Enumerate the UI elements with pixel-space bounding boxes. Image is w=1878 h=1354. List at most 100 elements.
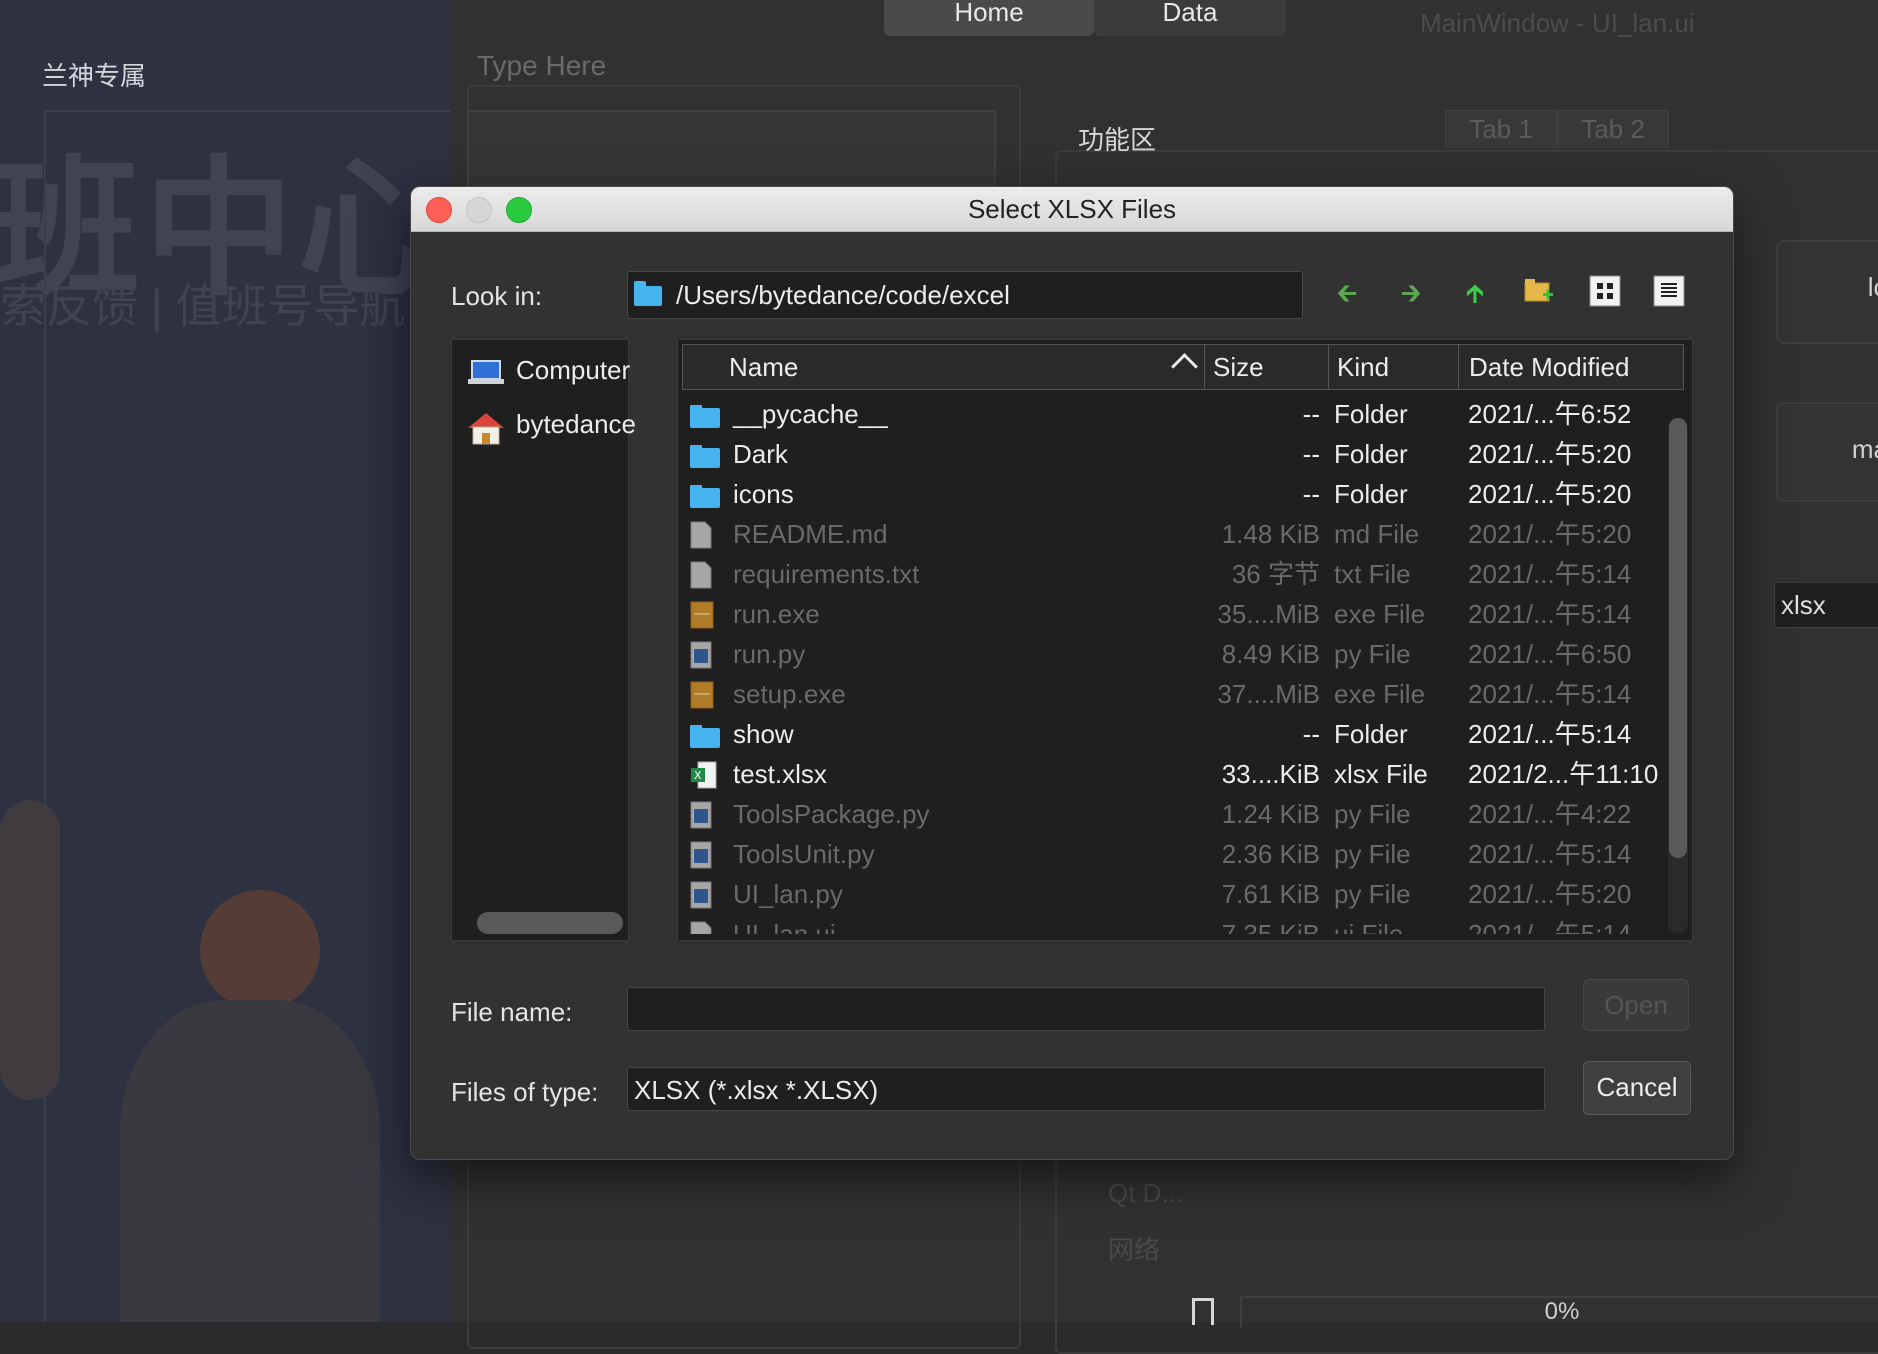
file-date: 2021/...午5:14: [1468, 839, 1632, 869]
file-list-header: Name Size Kind Date Modified: [682, 344, 1684, 390]
background-window-title: MainWindow - UI_lan.ui: [1420, 8, 1695, 38]
file-date: 2021/...午5:14: [1468, 919, 1632, 934]
file-name: test.xlsx: [733, 759, 827, 789]
background-type-here-label: Type Here: [477, 50, 607, 81]
list-view-icon[interactable]: [1651, 275, 1687, 311]
file-kind: Folder: [1334, 399, 1408, 429]
open-button[interactable]: Open: [1583, 979, 1689, 1031]
file-row[interactable]: __pycache__ -- Folder 2021/...午6:52: [678, 394, 1692, 434]
background-button-ma-label: ma: [1851, 434, 1878, 464]
computer-icon: [466, 357, 506, 387]
file-rows: __pycache__ -- Folder 2021/...午6:52 Dark -- Fo…: [678, 394, 1692, 934]
file-row[interactable]: requirements.txt 36 字节 txt File 2021/...午5:…: [678, 554, 1692, 594]
document-icon: [690, 560, 720, 589]
background-tab-home[interactable]: Home: [884, 0, 1094, 36]
file-row[interactable]: Xtest.xlsx 33....KiB xlsx File 2021/2...午11…: [678, 754, 1692, 794]
back-arrow-icon[interactable]: 🡰: [1329, 275, 1365, 311]
file-row[interactable]: setup.exe 37....MiB exe File 2021/...午5:14: [678, 674, 1692, 714]
file-kind: Folder: [1334, 719, 1408, 749]
file-kind: ui File: [1334, 919, 1404, 934]
new-folder-icon[interactable]: [1521, 275, 1557, 311]
look-in-path: /Users/bytedance/code/excel: [676, 280, 1010, 310]
file-name: ToolsUnit.py: [733, 839, 875, 869]
file-row[interactable]: UI_lan.ui 7.35 KiB ui File 2021/...午5:14: [678, 914, 1692, 934]
file-kind: md File: [1334, 519, 1420, 549]
file-list-scrollbar[interactable]: [1668, 418, 1688, 933]
file-name: UI_lan.ui: [733, 919, 836, 934]
scrollbar-thumb[interactable]: [1669, 418, 1687, 858]
file-size: 1.48 KiB: [1221, 519, 1320, 549]
file-row[interactable]: UI_lan.py 7.61 KiB py File 2021/...午5:20: [678, 874, 1692, 914]
background-button-ma[interactable]: ma: [1776, 402, 1878, 502]
sidebar-item-bytedance[interactable]: bytedance: [466, 404, 636, 445]
file-date: 2021/...午5:20: [1468, 479, 1632, 509]
file-name-input[interactable]: [627, 987, 1545, 1031]
column-header-date[interactable]: Date Modified: [1459, 345, 1683, 389]
background-subtab-2[interactable]: Tab 2: [1557, 110, 1669, 148]
file-name: show: [733, 719, 794, 749]
file-name: README.md: [733, 519, 888, 549]
file-size: 33....KiB: [1221, 759, 1320, 789]
file-row[interactable]: run.exe 35....MiB exe File 2021/...午5:14: [678, 594, 1692, 634]
look-in-label: Look in:: [451, 281, 543, 311]
file-kind: py File: [1334, 879, 1411, 909]
file-date: 2021/...午4:22: [1468, 799, 1632, 829]
file-name: icons: [733, 479, 794, 509]
background-extension-input[interactable]: xlsx: [1774, 582, 1878, 628]
background-illustration-arm: [0, 800, 60, 1100]
python-file-icon: [690, 880, 720, 909]
background-left-panel: 班中心 索反馈 | 值班号导航 兰神专属: [0, 0, 450, 1322]
file-kind: exe File: [1334, 599, 1426, 629]
file-row[interactable]: Dark -- Folder 2021/...午5:20: [678, 434, 1692, 474]
python-file-icon: [690, 640, 720, 669]
column-header-kind[interactable]: Kind: [1329, 345, 1459, 389]
detail-view-icon[interactable]: [1587, 275, 1623, 311]
exe-icon: [690, 680, 720, 709]
column-header-name[interactable]: Name: [683, 345, 1205, 389]
file-date: 2021/...午5:20: [1468, 439, 1632, 469]
folder-icon: [634, 281, 662, 306]
background-tab-data[interactable]: Data: [1094, 0, 1286, 36]
python-file-icon: [690, 840, 720, 869]
file-row[interactable]: ToolsPackage.py 1.24 KiB py File 2021/...午4…: [678, 794, 1692, 834]
file-size: 7.35 KiB: [1221, 919, 1320, 934]
background-button-lo[interactable]: lo: [1776, 240, 1878, 344]
sidebar-item-computer[interactable]: Computer: [466, 350, 630, 390]
file-name: Dark: [733, 439, 788, 469]
column-header-size[interactable]: Size: [1205, 345, 1329, 389]
sidebar-scrollbar[interactable]: [477, 912, 623, 934]
file-kind: Folder: [1334, 439, 1408, 469]
file-size: 7.61 KiB: [1221, 879, 1320, 909]
column-header-date-label: Date Modified: [1469, 352, 1630, 382]
file-name: ToolsPackage.py: [733, 799, 930, 829]
parent-directory-icon[interactable]: 🡱: [1457, 275, 1493, 311]
dialog-titlebar[interactable]: Select XLSX Files: [411, 187, 1733, 232]
file-name: run.py: [733, 639, 806, 669]
file-date: 2021/...午5:20: [1468, 519, 1632, 549]
file-row[interactable]: ToolsUnit.py 2.36 KiB py File 2021/...午5:14: [678, 834, 1692, 874]
file-size: 35....MiB: [1217, 599, 1320, 629]
file-date: 2021/...午5:14: [1468, 559, 1632, 589]
cancel-button[interactable]: Cancel: [1583, 1061, 1691, 1115]
file-row[interactable]: show -- Folder 2021/...午5:14: [678, 714, 1692, 754]
background-illustration-head: [200, 890, 320, 1010]
background-handle-icon: [1192, 1298, 1214, 1325]
file-list[interactable]: Name Size Kind Date Modified __pycache__…: [677, 339, 1693, 941]
background-subtab-1[interactable]: Tab 1: [1445, 110, 1557, 148]
background-left-title: 兰神专属: [42, 61, 147, 91]
file-date: 2021/...午5:20: [1468, 879, 1632, 909]
files-of-type-select[interactable]: XLSX (*.xlsx *.XLSX): [627, 1067, 1545, 1111]
look-in-combobox[interactable]: /Users/bytedance/code/excel: [627, 271, 1303, 319]
file-size: 2.36 KiB: [1221, 839, 1320, 869]
file-date: 2021/...午5:14: [1468, 679, 1632, 709]
file-size: --: [1302, 719, 1320, 749]
file-row[interactable]: icons -- Folder 2021/...午5:20: [678, 474, 1692, 514]
background-text-area[interactable]: [467, 110, 996, 190]
forward-arrow-icon[interactable]: 🡲: [1393, 275, 1429, 311]
file-row[interactable]: run.py 8.49 KiB py File 2021/...午6:50: [678, 634, 1692, 674]
svg-text:X: X: [694, 769, 702, 782]
file-row[interactable]: README.md 1.48 KiB md File 2021/...午5:20: [678, 514, 1692, 554]
exe-icon: [690, 600, 720, 629]
file-size: --: [1302, 479, 1320, 509]
folder-icon: [690, 480, 720, 508]
